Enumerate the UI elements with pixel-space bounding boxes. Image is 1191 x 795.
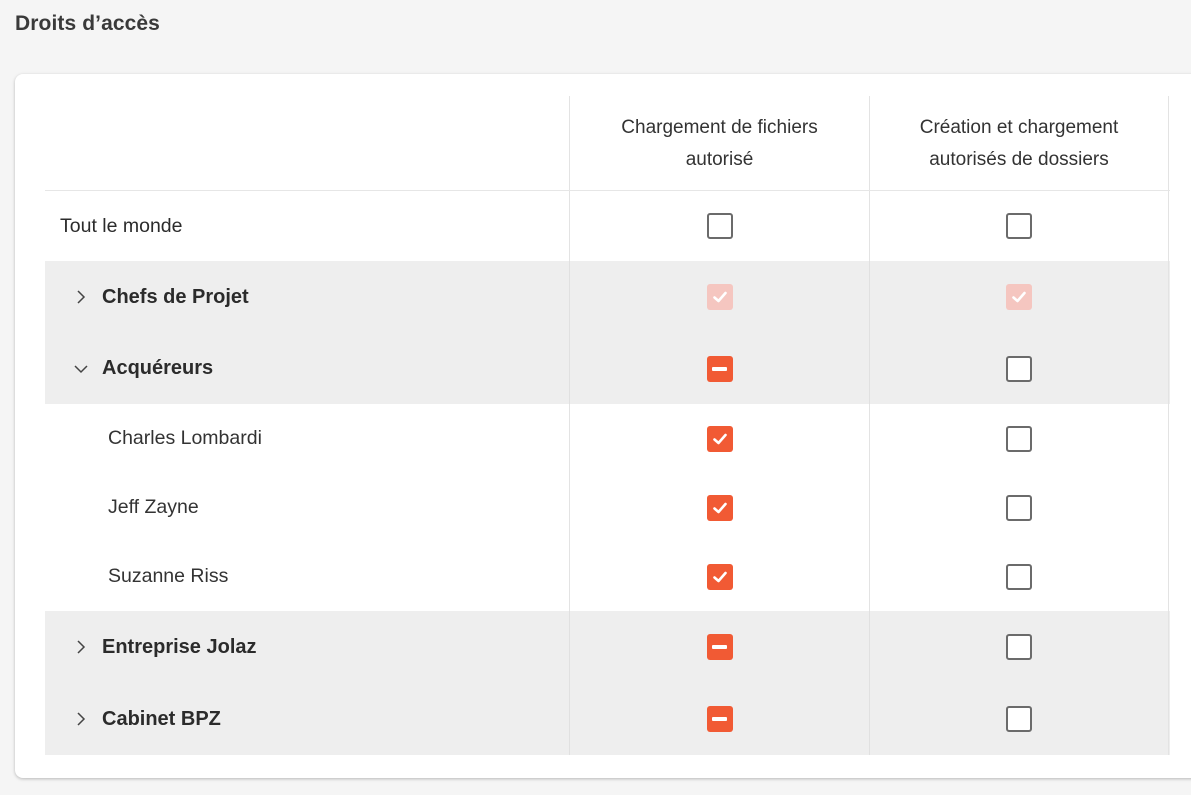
folder-permission-cell	[869, 261, 1169, 333]
upload-permission-cell	[569, 473, 869, 542]
row-label: Tout le monde	[60, 214, 183, 237]
row-label: Entreprise Jolaz	[102, 635, 257, 658]
table-row: Charles Lombardi	[45, 404, 1170, 473]
checkmark-icon	[712, 433, 727, 444]
column-header-folders: Création et chargement autorisés de doss…	[869, 96, 1169, 190]
folder-permission-checkbox[interactable]	[1006, 706, 1032, 732]
row-name-cell: Entreprise Jolaz	[45, 611, 569, 683]
row-name-cell: Charles Lombardi	[45, 404, 569, 473]
column-header-upload-label: Chargement de fichiers autorisé	[621, 117, 818, 170]
row-label: Cabinet BPZ	[102, 707, 221, 730]
upload-permission-cell	[569, 191, 869, 261]
upload-permission-cell	[569, 611, 869, 683]
chevron-right-icon[interactable]	[73, 639, 89, 655]
row-name-cell: Suzanne Riss	[45, 542, 569, 611]
column-header-folders-label: Création et chargement autorisés de doss…	[919, 117, 1119, 170]
row-label: Suzanne Riss	[108, 565, 229, 587]
table-row: Chefs de Projet	[45, 261, 1170, 333]
row-name-cell: Chefs de Projet	[45, 261, 569, 333]
row-name-cell: Jeff Zayne	[45, 473, 569, 542]
checkmark-icon	[712, 502, 727, 513]
row-label: Charles Lombardi	[108, 427, 262, 449]
table-row: Acquéreurs	[45, 333, 1170, 404]
row-name-cell: Tout le monde	[45, 191, 569, 261]
upload-permission-checkbox[interactable]	[706, 494, 733, 521]
upload-permission-checkbox[interactable]	[706, 425, 733, 452]
upload-permission-checkbox	[706, 284, 733, 310]
chevron-down-icon[interactable]	[73, 361, 89, 377]
minus-icon	[712, 645, 727, 649]
table-row: Jeff Zayne	[45, 473, 1170, 542]
upload-permission-cell	[569, 333, 869, 404]
row-label: Jeff Zayne	[108, 496, 199, 518]
folder-permission-checkbox[interactable]	[1006, 425, 1032, 452]
upload-permission-checkbox[interactable]	[706, 563, 733, 590]
folder-permission-checkbox[interactable]	[1006, 563, 1032, 590]
row-name-cell: Cabinet BPZ	[45, 683, 569, 755]
row-label: Acquéreurs	[102, 357, 214, 379]
folder-permission-cell	[869, 683, 1169, 755]
table-row: Entreprise Jolaz	[45, 611, 1170, 683]
checkmark-icon	[1012, 291, 1026, 303]
chevron-right-icon[interactable]	[73, 289, 89, 305]
folder-permission-checkbox[interactable]	[1006, 634, 1032, 660]
upload-permission-checkbox[interactable]	[706, 355, 733, 382]
access-rights-table: Chargement de fichiers autorisé Création…	[45, 96, 1170, 755]
chevron-right-icon[interactable]	[73, 711, 89, 727]
upload-permission-checkbox[interactable]	[706, 213, 733, 239]
minus-icon	[712, 366, 727, 371]
folder-permission-cell	[869, 542, 1169, 611]
folder-permission-cell	[869, 611, 1169, 683]
folder-permission-checkbox[interactable]	[1006, 494, 1032, 521]
upload-permission-checkbox[interactable]	[706, 634, 733, 660]
folder-permission-cell	[869, 473, 1169, 542]
upload-permission-cell	[569, 683, 869, 755]
table-row: Suzanne Riss	[45, 542, 1170, 611]
row-name-cell: Acquéreurs	[45, 333, 569, 404]
folder-permission-cell	[869, 404, 1169, 473]
table-row: Cabinet BPZ	[45, 683, 1170, 755]
folder-permission-cell	[869, 333, 1169, 404]
upload-permission-cell	[569, 542, 869, 611]
page-title: Droits d’accès	[15, 12, 160, 35]
checkmark-icon	[712, 571, 727, 582]
row-label: Chefs de Projet	[102, 285, 249, 308]
upload-permission-checkbox[interactable]	[706, 706, 733, 732]
minus-icon	[712, 717, 727, 721]
folder-permission-checkbox	[1006, 284, 1032, 310]
table-header-row: Chargement de fichiers autorisé Création…	[45, 96, 1170, 191]
folder-permission-checkbox[interactable]	[1006, 213, 1032, 239]
table-body: Tout le monde Chefs de Projet Acquéreurs Ch…	[45, 191, 1170, 755]
upload-permission-cell	[569, 404, 869, 473]
folder-permission-checkbox[interactable]	[1006, 355, 1032, 382]
column-header-upload: Chargement de fichiers autorisé	[569, 96, 869, 190]
checkmark-icon	[712, 291, 727, 303]
header-empty-cell	[45, 96, 569, 190]
upload-permission-cell	[569, 261, 869, 333]
folder-permission-cell	[869, 191, 1169, 261]
table-row: Tout le monde	[45, 191, 1170, 261]
